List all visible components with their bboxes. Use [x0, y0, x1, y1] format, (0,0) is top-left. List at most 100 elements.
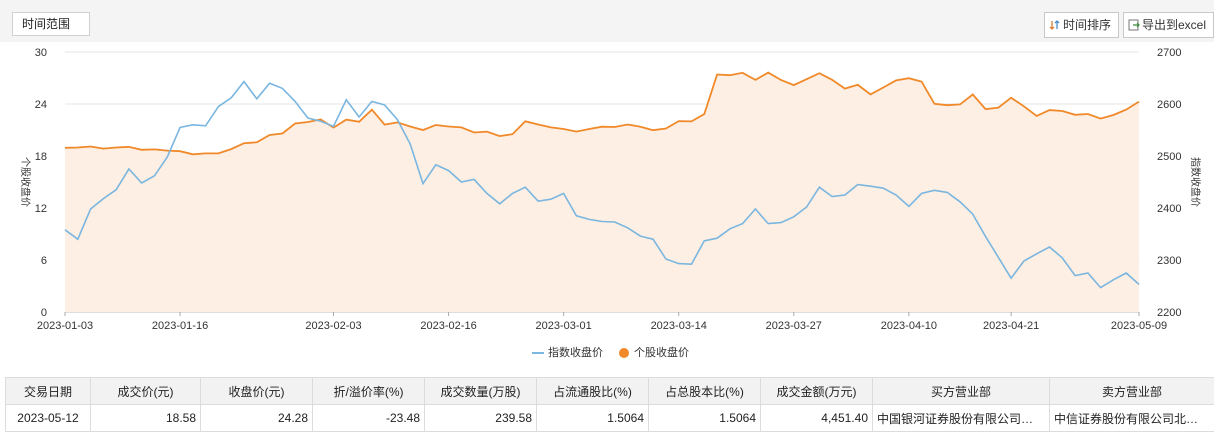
index-point: [1061, 257, 1063, 259]
stock-point: [984, 108, 986, 110]
stock-point: [626, 123, 628, 125]
stock-point: [754, 79, 756, 81]
x-tick-label: 2023-04-21: [983, 320, 1039, 332]
stock-point: [371, 109, 373, 111]
stock-point: [115, 146, 117, 148]
stock-point: [959, 103, 961, 105]
stock-point: [741, 72, 743, 74]
index-point: [716, 237, 718, 239]
index-point: [524, 186, 526, 188]
index-point: [230, 97, 232, 99]
y-right-tick-label: 2500: [1157, 151, 1181, 163]
stock-point: [166, 149, 168, 151]
cell-total-ratio: 1.5064: [649, 405, 761, 432]
stock-point: [499, 135, 501, 137]
index-point: [857, 183, 859, 185]
stock-point: [639, 126, 641, 128]
time-range-dropdown[interactable]: 时间范围: [12, 12, 90, 36]
col-header-total-ratio[interactable]: 占总股本比(%): [649, 378, 761, 405]
stock-point: [793, 84, 795, 86]
col-header-volume[interactable]: 成交数量(万股): [425, 378, 537, 405]
time-sort-button[interactable]: 时间排序: [1044, 12, 1119, 38]
stock-point: [64, 147, 66, 149]
index-point: [383, 104, 385, 106]
index-point: [1023, 260, 1025, 262]
stock-point: [486, 130, 488, 132]
stock-point: [575, 130, 577, 132]
export-icon: [1128, 19, 1140, 31]
export-excel-button[interactable]: 导出到excel: [1123, 12, 1214, 38]
stock-point: [729, 74, 731, 76]
index-point: [115, 189, 117, 191]
stock-point: [703, 113, 705, 115]
x-tick-label: 2023-05-09: [1111, 320, 1167, 332]
stock-point: [678, 120, 680, 122]
stock-area-fill: [65, 73, 1139, 312]
index-point: [435, 164, 437, 166]
x-tick-label: 2023-02-03: [305, 320, 361, 332]
index-point: [268, 82, 270, 84]
index-point: [499, 203, 501, 205]
col-header-float-ratio[interactable]: 占流通股比(%): [537, 378, 649, 405]
index-point: [473, 178, 475, 180]
stock-point: [1048, 109, 1050, 111]
stock-point: [192, 153, 194, 155]
col-header-buyer[interactable]: 买方营业部: [873, 378, 1050, 405]
col-header-trade-date[interactable]: 交易日期: [6, 378, 91, 405]
stock-point: [1036, 115, 1038, 117]
index-point: [77, 238, 79, 240]
index-point: [1125, 272, 1127, 274]
stock-point: [614, 126, 616, 128]
col-header-deal-price[interactable]: 成交价(元): [91, 378, 201, 405]
stock-point: [268, 134, 270, 136]
col-header-close-price[interactable]: 收盘价(元): [201, 378, 313, 405]
stock-point: [562, 128, 564, 130]
stock-point: [780, 79, 782, 81]
y-right-tick-label: 2400: [1157, 203, 1181, 215]
y-right-tick-label: 2700: [1157, 47, 1181, 59]
y-left-tick-label: 24: [35, 99, 47, 111]
col-header-amount[interactable]: 成交金额(万元): [761, 378, 873, 405]
legend-stock-label: 个股收盘价: [634, 346, 689, 360]
x-tick-label: 2023-03-27: [766, 320, 822, 332]
index-point: [741, 222, 743, 224]
stock-point: [857, 84, 859, 86]
stock-point: [895, 79, 897, 81]
index-point: [997, 256, 999, 258]
stock-point: [933, 103, 935, 105]
index-point: [920, 192, 922, 194]
index-point: [153, 175, 155, 177]
index-point: [844, 194, 846, 196]
stock-point: [908, 77, 910, 79]
stock-point: [102, 147, 104, 149]
y-left-tick-label: 30: [35, 47, 47, 59]
x-tick-label: 2023-02-16: [420, 320, 476, 332]
stock-point: [307, 121, 309, 123]
index-point: [575, 215, 577, 217]
cell-amount: 4,451.40: [761, 405, 873, 432]
stock-point: [1138, 100, 1140, 102]
index-point: [422, 182, 424, 184]
index-point: [652, 238, 654, 240]
stock-point: [409, 125, 411, 127]
index-point: [141, 182, 143, 184]
price-chart: 06121824302200230024002500260027002023-0…: [0, 42, 1214, 342]
x-tick-label: 2023-03-14: [651, 320, 707, 332]
stock-point: [690, 120, 692, 122]
index-point: [166, 156, 168, 158]
stock-point: [1125, 108, 1127, 110]
stock-point: [281, 132, 283, 134]
chart-legend: 指数收盘价 个股收盘价: [0, 346, 1214, 360]
stock-point: [396, 121, 398, 123]
col-header-premium-rate[interactable]: 折/溢价率(%): [313, 378, 425, 405]
y-right-tick-label: 2600: [1157, 99, 1181, 111]
stock-point: [128, 146, 130, 148]
cell-seller: 中信证券股份有限公司北京总部证券营业部: [1050, 405, 1214, 432]
index-point: [396, 118, 398, 120]
index-point: [793, 216, 795, 218]
x-tick-label: 2023-01-16: [152, 320, 208, 332]
col-header-seller[interactable]: 卖方营业部: [1050, 378, 1214, 405]
index-point: [1087, 272, 1089, 274]
index-point: [345, 99, 347, 101]
index-point: [882, 187, 884, 189]
